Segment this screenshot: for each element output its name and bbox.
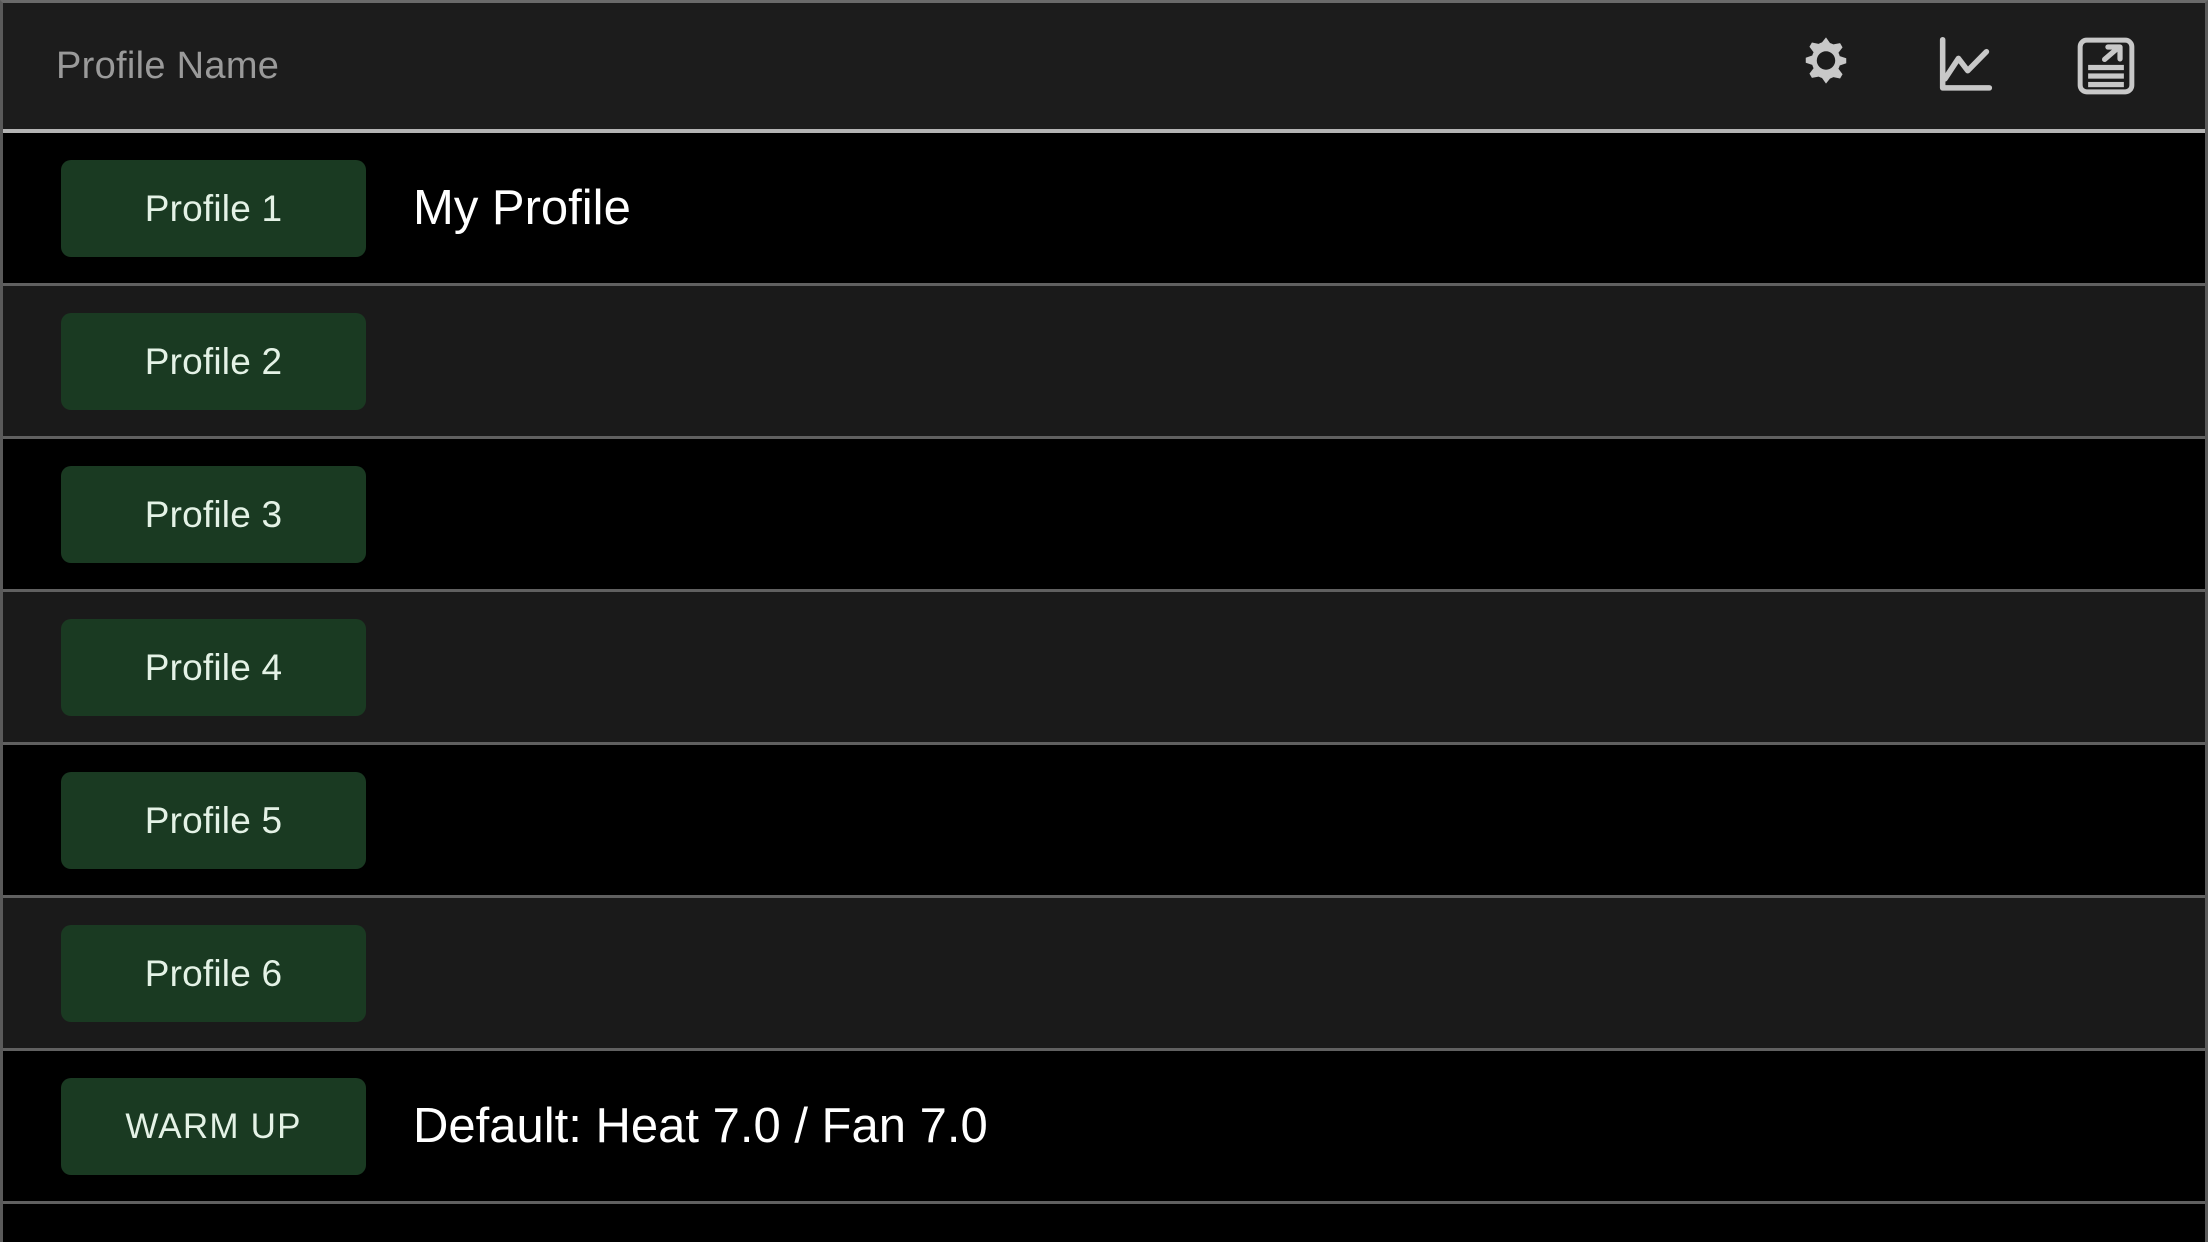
line-chart-icon (1931, 31, 2001, 101)
list-overflow-row (3, 1204, 2205, 1242)
profile-1-button[interactable]: Profile 1 (61, 159, 366, 257)
profile-row-4[interactable]: Profile 4 (3, 592, 2205, 745)
warm-up-button[interactable]: WARM UP (61, 1077, 366, 1175)
export-document-icon (2073, 33, 2139, 99)
profile-5-button[interactable]: Profile 5 (61, 771, 366, 869)
profile-row-2[interactable]: Profile 2 (3, 286, 2205, 439)
profile-2-button[interactable]: Profile 2 (61, 312, 366, 410)
profile-list: Profile 1 My Profile Profile 2 Profile 3… (3, 133, 2205, 1242)
settings-button[interactable] (1787, 27, 1865, 105)
profile-3-button[interactable]: Profile 3 (61, 465, 366, 563)
app-window: Profile Name Profile 1 My Profile Profil… (0, 0, 2208, 1242)
export-log-button[interactable] (2067, 27, 2145, 105)
profile-1-value[interactable]: My Profile (413, 183, 631, 233)
profile-row-1[interactable]: Profile 1 My Profile (3, 133, 2205, 286)
page-title: Profile Name (56, 45, 280, 87)
header-actions (1787, 27, 2145, 105)
header-bar: Profile Name (3, 3, 2205, 133)
profile-row-6[interactable]: Profile 6 (3, 898, 2205, 1051)
profile-row-3[interactable]: Profile 3 (3, 439, 2205, 592)
profile-row-5[interactable]: Profile 5 (3, 745, 2205, 898)
warm-up-value[interactable]: Default: Heat 7.0 / Fan 7.0 (413, 1101, 988, 1151)
gear-icon (1793, 33, 1859, 99)
graph-button[interactable] (1927, 27, 2005, 105)
profile-4-button[interactable]: Profile 4 (61, 618, 366, 716)
profile-6-button[interactable]: Profile 6 (61, 924, 366, 1022)
warm-up-row[interactable]: WARM UP Default: Heat 7.0 / Fan 7.0 (3, 1051, 2205, 1204)
